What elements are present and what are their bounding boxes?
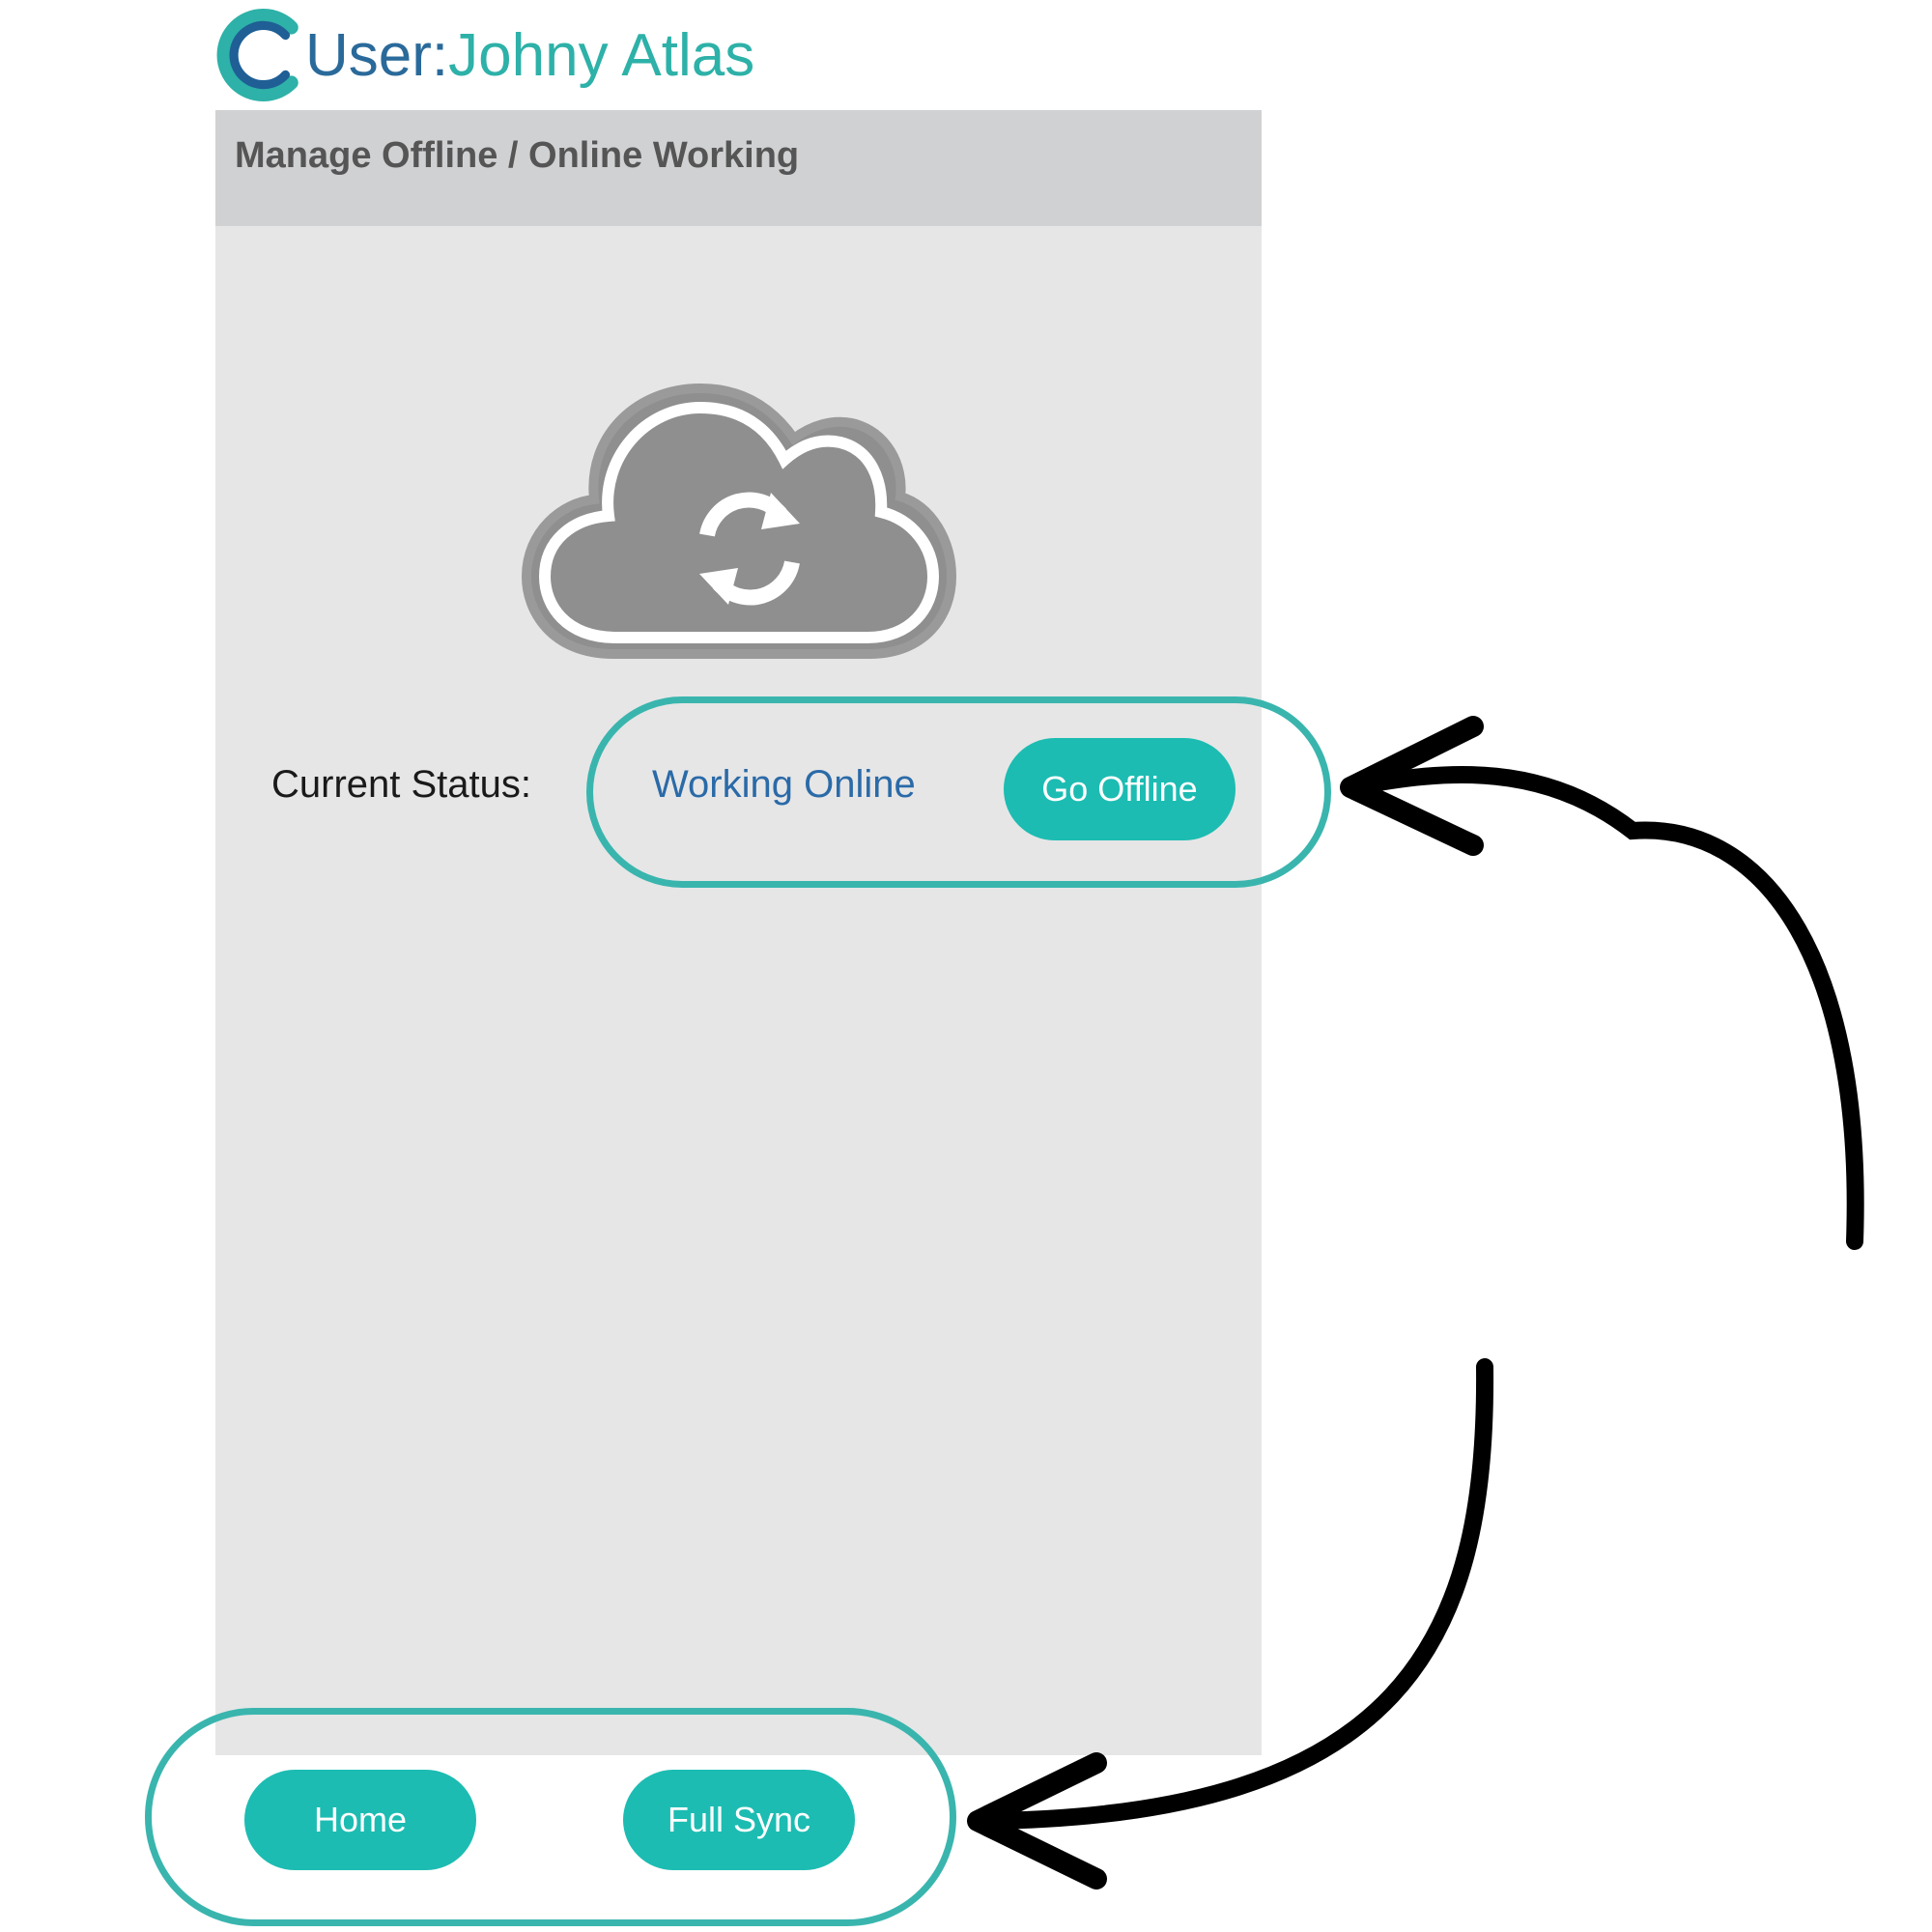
- c-logo-icon: [216, 9, 298, 101]
- user-title: User:Johny Atlas: [305, 17, 754, 95]
- offline-panel: Manage Offline / Online Working Current …: [215, 110, 1262, 1755]
- arrow-up-curve: [1344, 766, 1864, 1250]
- panel-header: Manage Offline / Online Working: [215, 110, 1262, 226]
- status-highlight: [586, 696, 1331, 888]
- user-prefix: User:: [305, 22, 449, 89]
- panel-title: Manage Offline / Online Working: [235, 135, 800, 176]
- full-sync-button[interactable]: Full Sync: [623, 1770, 855, 1870]
- user-name: Johny Atlas: [448, 22, 755, 89]
- cloud-sync-icon: [522, 383, 956, 659]
- status-label: Current Status:: [271, 763, 532, 806]
- arrow-up-head: [1340, 716, 1484, 856]
- arrow-down-head: [967, 1752, 1107, 1889]
- home-button[interactable]: Home: [244, 1770, 476, 1870]
